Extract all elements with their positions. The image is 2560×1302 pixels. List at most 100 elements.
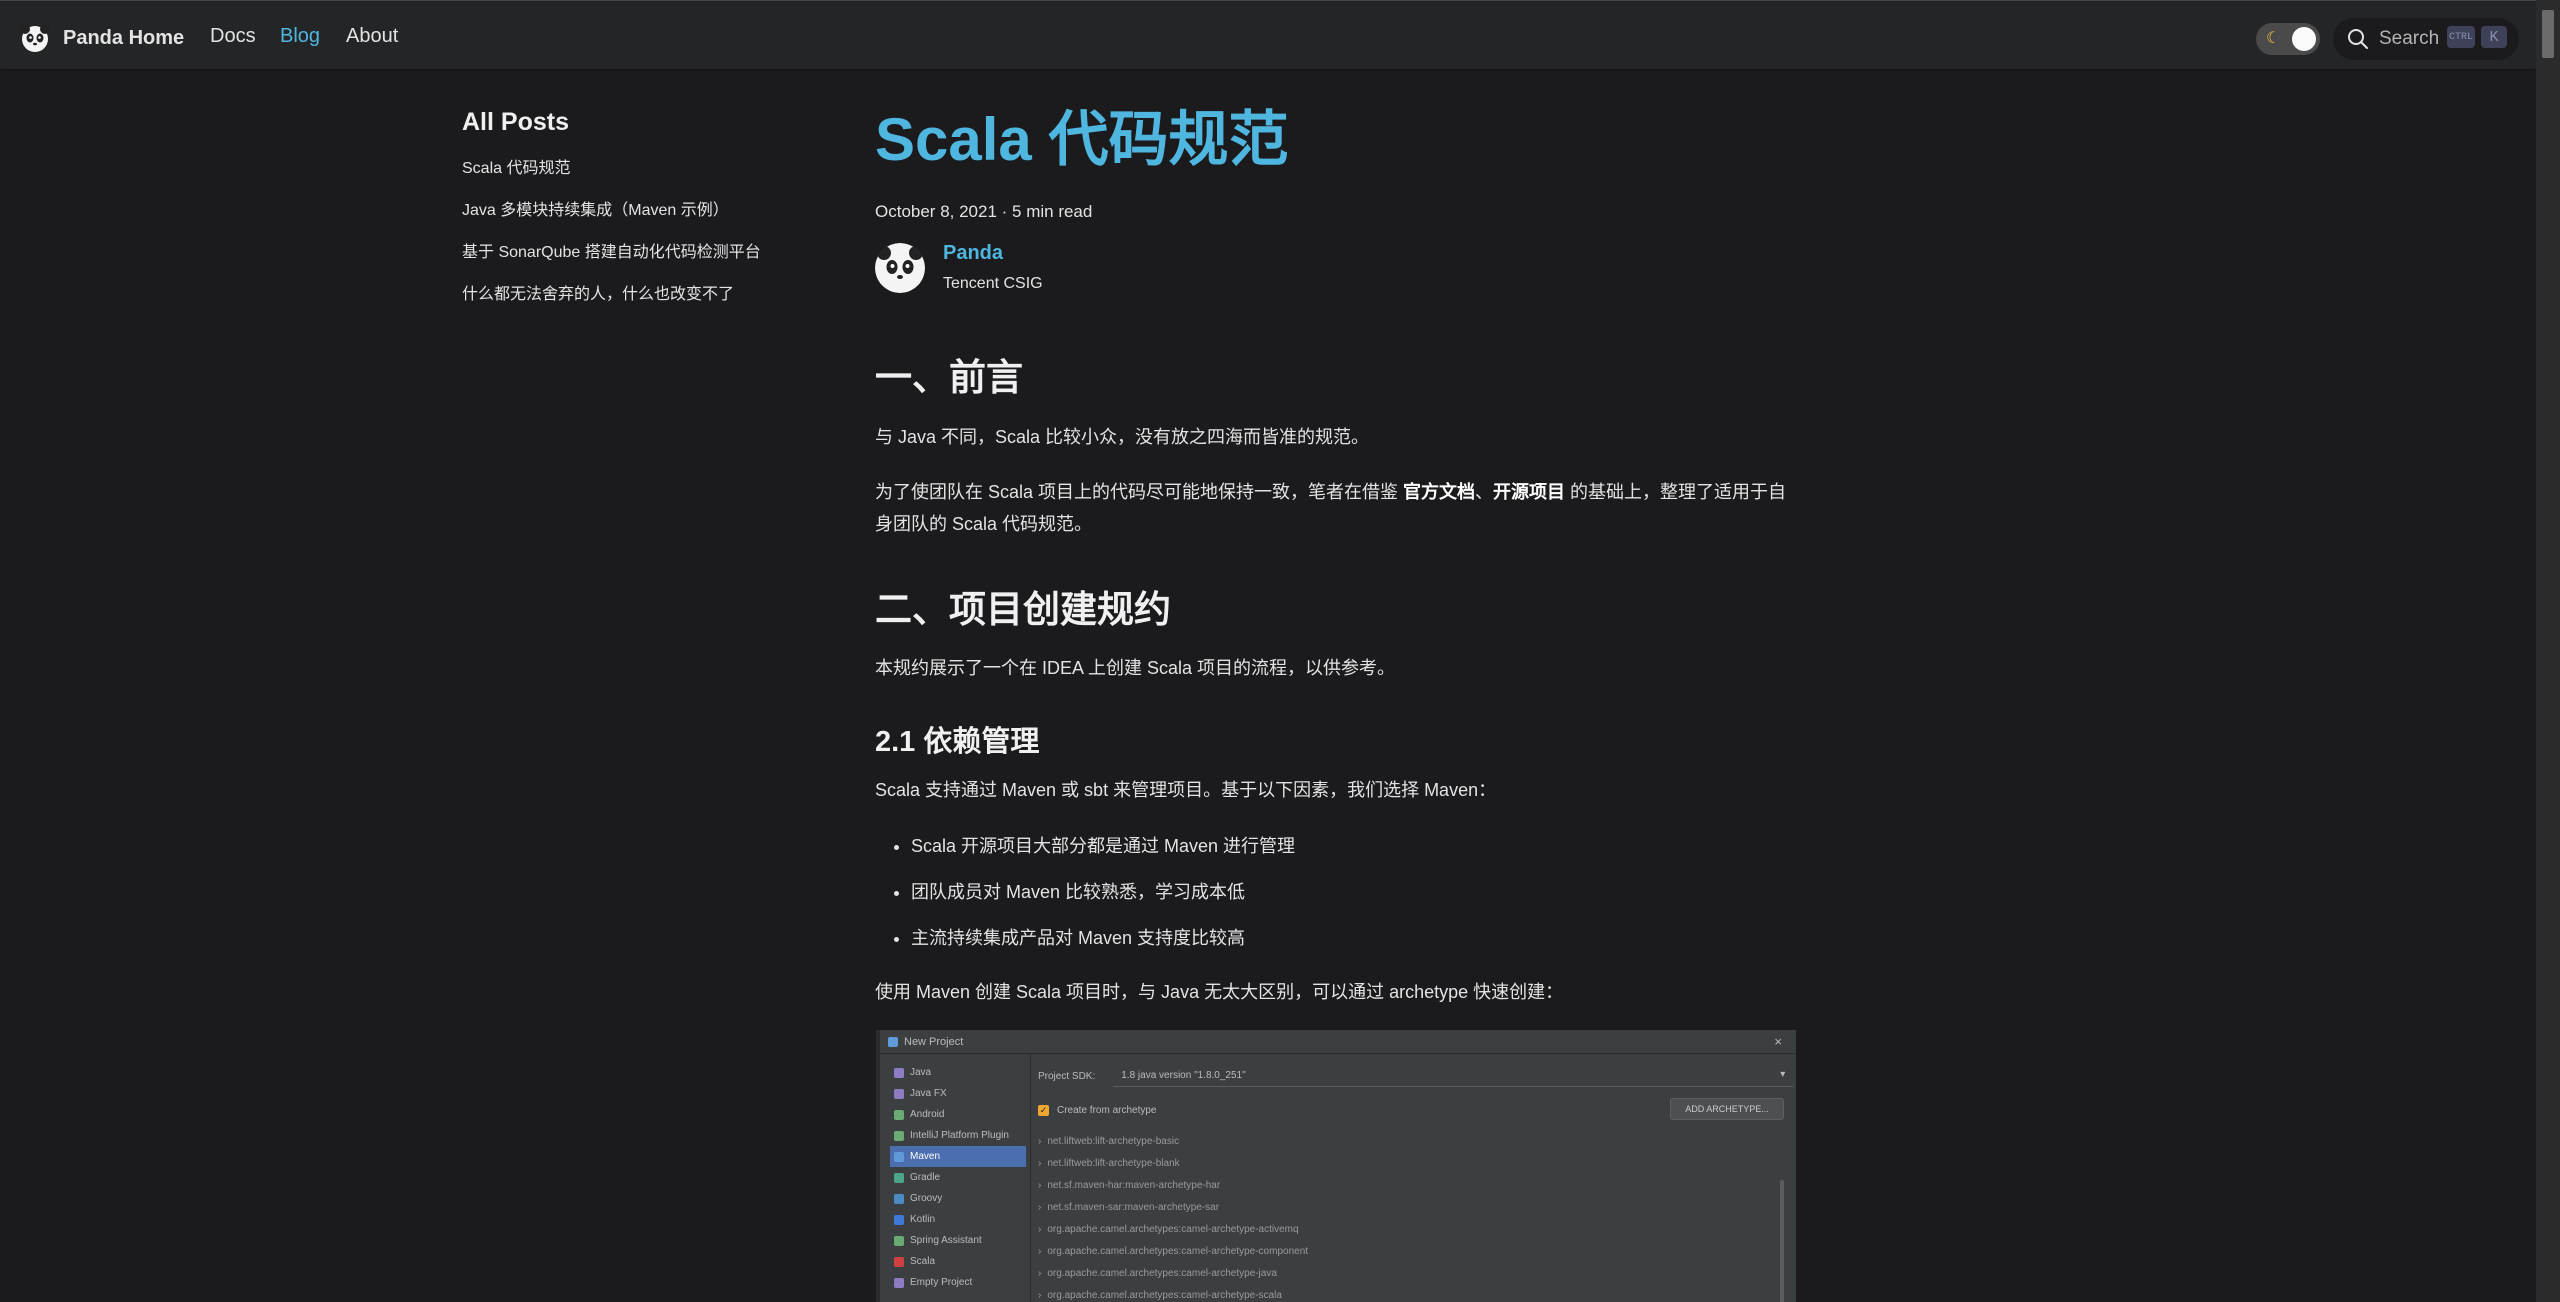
archetype-label: net.sf.maven-har:maven-archetype-har	[1047, 1179, 1221, 1191]
chevron-right-icon: ›	[1038, 1179, 1042, 1191]
archetype-item: › net.sf.maven-har:maven-archetype-har	[1038, 1174, 1796, 1196]
archetype-label: net.liftweb:lift-archetype-basic	[1047, 1135, 1180, 1147]
page-scrollbar[interactable]	[2536, 0, 2560, 1302]
separator: 、	[1475, 482, 1494, 502]
project-type-item: Android	[890, 1104, 1026, 1125]
project-type-icon	[894, 1277, 904, 1288]
theme-toggle[interactable]: ☾	[2256, 23, 2320, 55]
project-type-icon	[894, 1172, 904, 1183]
archetype-item: › org.apache.camel.archetypes:camel-arche…	[1038, 1218, 1796, 1240]
archetype-item: › org.apache.camel.archetypes:camel-arche…	[1038, 1240, 1796, 1262]
project-type-label: Empty Project	[910, 1277, 973, 1288]
project-type-icon	[894, 1256, 904, 1267]
archetype-list: › net.liftweb:lift-archetype-basic › net.li…	[1038, 1130, 1796, 1302]
project-type-item: IntelliJ Platform Plugin	[890, 1125, 1026, 1146]
author-title: Tencent CSIG	[943, 275, 1043, 292]
kbd-k: K	[2481, 26, 2507, 48]
add-archetype-button: ADD ARCHETYPE...	[1670, 1098, 1784, 1120]
project-type-icon	[894, 1193, 904, 1204]
chevron-right-icon: ›	[1038, 1157, 1042, 1169]
chevron-right-icon: ›	[1038, 1267, 1042, 1279]
archetype-item: › net.sf.maven-sar:maven-archetype-sar	[1038, 1196, 1796, 1218]
paragraph-process: 本规约展示了一个在 IDEA 上创建 Scala 项目的流程，以供参考。	[875, 658, 1396, 678]
archetype-label: org.apache.camel.archetypes:camel-archet…	[1047, 1245, 1309, 1257]
project-type-item: Empty Project	[890, 1272, 1026, 1293]
sdk-select: 1.8 java version "1.8.0_251" ▾	[1113, 1065, 1794, 1087]
project-type-icon	[894, 1067, 904, 1078]
paragraph-intro: 与 Java 不同，Scala 比较小众，没有放之四海而皆准的规范。	[875, 427, 1370, 447]
ide-window-title: New Project	[904, 1035, 964, 1048]
archetype-item: › net.liftweb:lift-archetype-basic	[1038, 1130, 1796, 1152]
project-type-icon	[894, 1130, 904, 1141]
chevron-right-icon: ›	[1038, 1201, 1042, 1213]
sdk-value: 1.8 java version "1.8.0_251"	[1121, 1070, 1246, 1081]
project-type-label: Java	[910, 1067, 932, 1078]
author-block: Panda Tencent CSIG	[875, 242, 1795, 293]
sidebar-item-essay[interactable]: 什么都无法舍弃的人，什么也改变不了	[462, 285, 802, 327]
project-type-label: Scala	[910, 1256, 936, 1267]
ide-window-icon	[888, 1036, 898, 1047]
link-official-docs: 官方文档	[1403, 482, 1476, 502]
project-type-label: Android	[910, 1109, 945, 1120]
project-type-icon	[894, 1235, 904, 1246]
sdk-row: Project SDK: 1.8 java version "1.8.0_251…	[1038, 1062, 1796, 1090]
project-type-icon	[894, 1214, 904, 1225]
project-type-item: Java FX	[890, 1083, 1026, 1104]
nav-link-docs[interactable]: Docs	[210, 25, 256, 48]
project-type-item: Groovy	[890, 1188, 1026, 1209]
project-type-list: Java Java FX Android IntelliJ Platform Plug…	[890, 1062, 1026, 1293]
blog-post: Scala 代码规范 October 8, 2021 · 5 min read …	[875, 100, 1795, 293]
archetype-checkbox-label: Create from archetype	[1057, 1104, 1157, 1116]
avatar[interactable]	[875, 242, 925, 293]
reasons-list: Scala 开源项目大部分都是通过 Maven 进行管理 团队成员对 Maven…	[911, 830, 1831, 968]
navbar: Panda Home Docs Blog About ☾ Search CTRL…	[0, 0, 2536, 69]
checkbox-icon: ✓	[1038, 1104, 1049, 1116]
search-icon	[2348, 29, 2368, 49]
post-meta: October 8, 2021 · 5 min read	[875, 202, 1093, 221]
project-type-label: IntelliJ Platform Plugin	[910, 1130, 1009, 1141]
close-icon: ×	[1774, 1034, 1782, 1049]
sidebar-item-sonarqube[interactable]: 基于 SonarQube 搭建自动化代码检测平台	[462, 243, 802, 285]
project-type-item: Maven	[890, 1146, 1026, 1167]
project-settings-pane: Project SDK: 1.8 java version "1.8.0_251…	[1038, 1062, 1796, 1302]
archetype-label: org.apache.camel.archetypes:camel-archet…	[1047, 1267, 1277, 1279]
list-item: 团队成员对 Maven 比较熟悉，学习成本低	[911, 876, 1831, 908]
paragraph-purpose: 为了使团队在 Scala 项目上的代码尽可能地保持一致，笔者在借鉴 官方文档、开…	[875, 476, 1795, 540]
archetype-label: net.liftweb:lift-archetype-blank	[1047, 1157, 1180, 1169]
author-name[interactable]: Panda	[943, 242, 1003, 264]
chevron-right-icon: ›	[1038, 1223, 1042, 1235]
archetype-label: org.apache.camel.archetypes:camel-archet…	[1047, 1223, 1299, 1235]
sdk-label: Project SDK:	[1038, 1070, 1096, 1082]
brand-link[interactable]: Panda Home	[20, 23, 184, 53]
moon-icon: ☾	[2266, 30, 2281, 47]
link-open-source: 开源项目	[1493, 482, 1566, 502]
project-type-label: Spring Assistant	[910, 1235, 982, 1246]
archetype-label: org.apache.camel.archetypes:camel-archet…	[1047, 1289, 1282, 1301]
chevron-right-icon: ›	[1038, 1289, 1042, 1301]
chevron-down-icon: ▾	[1780, 1069, 1786, 1080]
text-segment: 为了使团队在 Scala 项目上的代码尽可能地保持一致，笔者在借鉴	[875, 482, 1404, 502]
project-type-icon	[894, 1109, 904, 1120]
project-type-item: Java	[890, 1062, 1026, 1083]
project-type-item: Scala	[890, 1251, 1026, 1272]
list-item: 主流持续集成产品对 Maven 支持度比较高	[911, 922, 1831, 954]
project-type-label: Gradle	[910, 1172, 941, 1183]
project-type-label: Groovy	[910, 1193, 943, 1204]
nav-link-about[interactable]: About	[346, 25, 398, 48]
heading-dependency-management: 2.1 依赖管理	[875, 726, 1040, 758]
project-type-label: Java FX	[910, 1088, 947, 1099]
sidebar-item-java-ci[interactable]: Java 多模块持续集成（Maven 示例）	[462, 201, 802, 243]
sidebar-item-scala[interactable]: Scala 代码规范	[462, 159, 802, 201]
project-type-label: Kotlin	[910, 1214, 936, 1225]
scrollbar-thumb[interactable]	[2542, 10, 2554, 58]
ide-titlebar: New Project ×	[880, 1030, 1796, 1054]
search-button[interactable]: Search CTRL K	[2333, 18, 2519, 60]
archetype-item: › org.apache.camel.archetypes:camel-arche…	[1038, 1262, 1796, 1284]
archetype-item: › net.liftweb:lift-archetype-blank	[1038, 1152, 1796, 1174]
project-type-item: Kotlin	[890, 1209, 1026, 1230]
archetype-row: ✓ Create from archetype ADD ARCHETYPE...	[1038, 1098, 1796, 1122]
panda-logo-icon	[20, 24, 50, 52]
project-type-icon	[894, 1088, 904, 1099]
nav-link-blog[interactable]: Blog	[280, 25, 320, 48]
project-type-label: Maven	[910, 1151, 941, 1162]
